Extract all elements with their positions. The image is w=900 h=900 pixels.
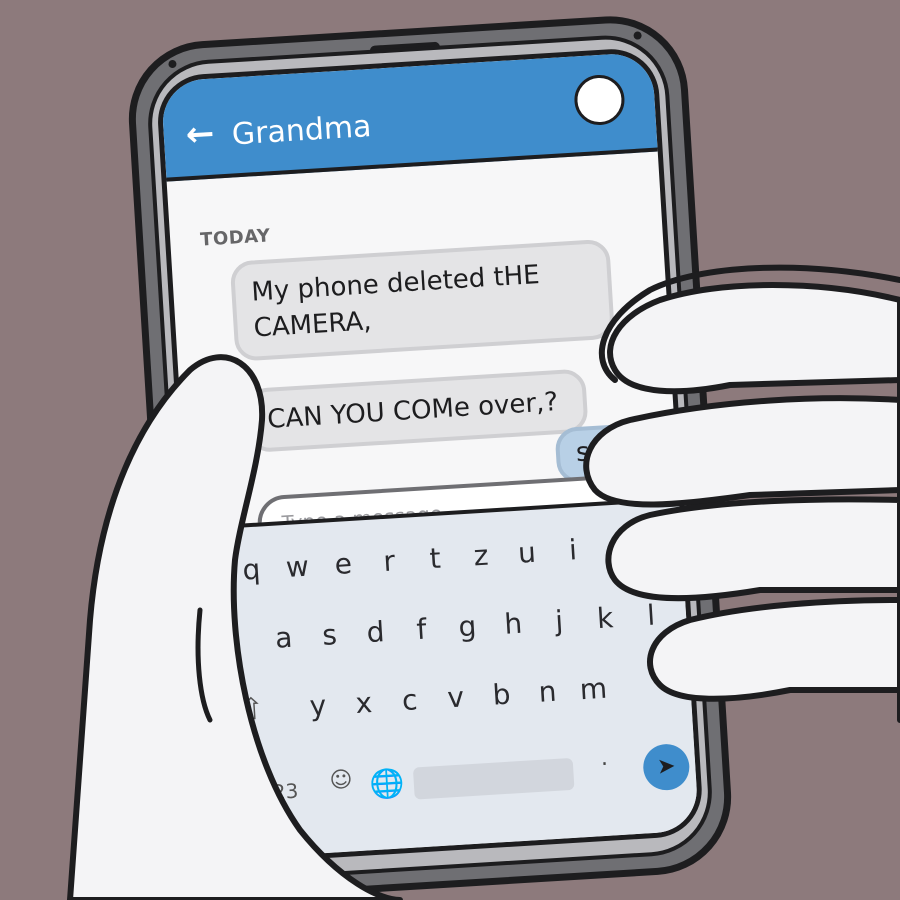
key[interactable]: b bbox=[477, 669, 526, 722]
key[interactable]: q bbox=[227, 544, 276, 597]
smiley-icon[interactable]: ☺ bbox=[329, 767, 353, 793]
key[interactable]: c bbox=[385, 674, 434, 727]
key[interactable]: w bbox=[273, 541, 322, 594]
outgoing-message: sure bbox=[554, 419, 698, 485]
shift-arrow-icon[interactable]: ⇧ bbox=[238, 685, 266, 736]
key[interactable]: x bbox=[339, 677, 388, 730]
key[interactable]: u bbox=[503, 527, 552, 580]
space-bar[interactable] bbox=[412, 757, 575, 800]
day-label: TODAY bbox=[199, 225, 272, 251]
key[interactable]: j bbox=[535, 595, 584, 648]
keyboard-row-3: yxcvbnm bbox=[293, 659, 691, 733]
key[interactable]: d bbox=[351, 606, 400, 659]
key[interactable]: r bbox=[365, 535, 414, 588]
keyboard: qwertzui asdfghjkl ⇧ yxcvbnm 123 ☺ 🌐 . ➤ bbox=[187, 496, 700, 861]
message-list: TODAY My phone deleted tHE CAMERA, CAN Y… bbox=[167, 152, 698, 485]
key[interactable]: z bbox=[457, 530, 506, 583]
sensor-dot bbox=[633, 31, 642, 40]
scene: ← Grandma TODAY My phone deleted tHE CAM… bbox=[0, 0, 900, 900]
screen: ← Grandma TODAY My phone deleted tHE CAM… bbox=[155, 46, 705, 866]
numbers-key[interactable]: 123 bbox=[259, 779, 299, 805]
keyboard-row-2: asdfghjkl bbox=[259, 589, 687, 665]
sensor-dot bbox=[168, 59, 177, 69]
key[interactable]: h bbox=[489, 598, 538, 651]
keyboard-bottom-row: 123 ☺ 🌐 . ➤ bbox=[203, 740, 698, 830]
key[interactable]: n bbox=[523, 666, 572, 719]
incoming-message: My phone deleted tHE CAMERA, bbox=[229, 238, 616, 362]
key[interactable]: y bbox=[293, 680, 342, 733]
key[interactable]: f bbox=[397, 603, 446, 656]
send-arrow-icon[interactable]: ➤ bbox=[641, 742, 691, 792]
key[interactable]: t bbox=[411, 533, 460, 586]
arrow-left-icon[interactable]: ← bbox=[185, 114, 216, 156]
keyboard-row-1: qwertzui bbox=[227, 519, 683, 597]
key[interactable]: a bbox=[259, 612, 308, 665]
avatar[interactable] bbox=[572, 73, 626, 127]
globe-icon[interactable]: 🌐 bbox=[369, 766, 406, 801]
key[interactable]: m bbox=[569, 663, 618, 716]
key[interactable]: i bbox=[548, 524, 597, 577]
key[interactable]: e bbox=[319, 538, 368, 591]
phone: ← Grandma TODAY My phone deleted tHE CAM… bbox=[124, 11, 736, 900]
period-key[interactable]: . bbox=[600, 746, 609, 771]
key[interactable]: s bbox=[305, 609, 354, 662]
key[interactable]: g bbox=[443, 601, 492, 654]
incoming-message: CAN YOU COMe over,? bbox=[245, 368, 589, 454]
contact-name: Grandma bbox=[230, 108, 373, 153]
key[interactable]: l bbox=[627, 589, 676, 642]
key[interactable]: v bbox=[431, 672, 480, 725]
key[interactable]: k bbox=[581, 592, 630, 645]
